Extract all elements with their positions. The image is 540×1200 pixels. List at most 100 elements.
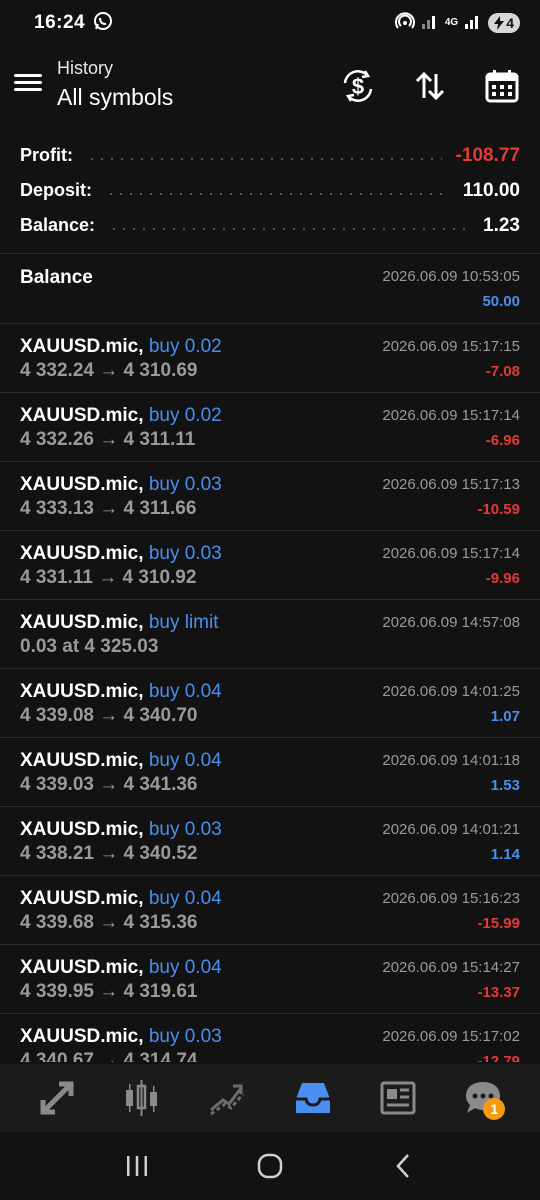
entry-detail: 4 340.67 → 4 314.74 xyxy=(20,1050,198,1062)
deposit-value: 110.00 xyxy=(448,179,520,202)
signal-icon-2 xyxy=(464,12,482,35)
entry-symbol: XAUUSD.mic, xyxy=(20,888,144,909)
recents-icon xyxy=(126,1156,147,1176)
trade-icon xyxy=(210,1084,245,1116)
list-item[interactable]: Balance 2026.06.09 10:53:05 50.00 xyxy=(0,254,540,324)
entry-date: 2026.06.09 14:01:18 xyxy=(382,752,520,769)
entry-detail: 4 331.11 → 4 310.92 xyxy=(20,567,197,588)
entry-date: 2026.06.09 15:14:27 xyxy=(382,959,520,976)
entry-amount: -12.79 xyxy=(477,1053,520,1062)
history-list[interactable]: Balance 2026.06.09 10:53:05 50.00 XAUUSD… xyxy=(0,254,540,1062)
list-item[interactable]: XAUUSD.mic, buy 0.04 4 339.68 → 4 315.36… xyxy=(0,876,540,945)
entry-detail: 0.03 at 4 325.03 xyxy=(20,636,159,657)
entry-type: buy 0.03 xyxy=(148,543,222,564)
top-app-bar: History All symbols $ xyxy=(0,48,540,134)
entry-amount: -6.96 xyxy=(485,432,520,449)
entry-detail: 4 333.13 → 4 311.66 xyxy=(20,498,197,519)
entry-amount: -15.99 xyxy=(477,915,520,932)
entry-type: buy 0.02 xyxy=(148,405,222,426)
entry-symbol: XAUUSD.mic, xyxy=(20,957,144,978)
entry-date: 2026.06.09 15:17:15 xyxy=(382,338,520,355)
entry-symbol: XAUUSD.mic, xyxy=(20,612,144,633)
home-button[interactable] xyxy=(245,1141,295,1191)
summary-balance: Balance: 1.23 xyxy=(20,214,520,237)
list-item[interactable]: XAUUSD.mic, buy 0.02 4 332.26 → 4 311.11… xyxy=(0,393,540,462)
list-item[interactable]: XAUUSD.mic, buy 0.03 4 340.67 → 4 314.74… xyxy=(0,1014,540,1062)
list-item[interactable]: XAUUSD.mic, buy 0.04 4 339.08 → 4 340.70… xyxy=(0,669,540,738)
charging-icon xyxy=(494,16,505,30)
nav-chart[interactable] xyxy=(114,1070,170,1126)
entry-amount: -9.96 xyxy=(485,570,520,587)
list-item[interactable]: XAUUSD.mic, buy 0.04 4 339.95 → 4 319.61… xyxy=(0,945,540,1014)
quotes-icon xyxy=(40,1081,74,1115)
network-type: 4G xyxy=(444,17,459,28)
battery-indicator: 4 xyxy=(488,13,520,33)
entry-symbol: XAUUSD.mic, xyxy=(20,1026,144,1047)
entry-amount: -13.37 xyxy=(477,984,520,1001)
nav-quotes[interactable] xyxy=(29,1070,85,1126)
recents-button[interactable] xyxy=(112,1141,162,1191)
entry-type: buy 0.04 xyxy=(148,750,222,771)
hotspot-icon xyxy=(394,11,415,36)
entry-amount: 1.14 xyxy=(490,846,520,863)
entry-detail: 4 339.95 → 4 319.61 xyxy=(20,981,198,1002)
nav-messages[interactable]: 1 xyxy=(455,1070,511,1126)
entry-type: buy 0.02 xyxy=(148,336,222,357)
system-navigation xyxy=(0,1132,540,1200)
nav-trade[interactable] xyxy=(199,1070,255,1126)
status-time: 16:24 xyxy=(34,12,86,33)
chart-icon xyxy=(125,1080,157,1116)
entry-amount: 50.00 xyxy=(482,293,520,310)
entry-detail: 4 339.08 → 4 340.70 xyxy=(20,705,198,726)
page-title: History xyxy=(57,58,114,78)
back-button[interactable] xyxy=(378,1141,428,1191)
list-item[interactable]: XAUUSD.mic, buy 0.03 4 333.13 → 4 311.66… xyxy=(0,462,540,531)
currency-exchange-icon: $ xyxy=(343,70,373,102)
entry-date: 2026.06.09 15:17:14 xyxy=(382,545,520,562)
calendar-button[interactable] xyxy=(482,66,522,106)
list-item[interactable]: XAUUSD.mic, buy 0.02 4 332.24 → 4 310.69… xyxy=(0,324,540,393)
entry-symbol: XAUUSD.mic, xyxy=(20,405,144,426)
entry-detail: 4 332.26 → 4 311.11 xyxy=(20,429,196,450)
menu-icon xyxy=(14,74,42,77)
account-summary: Profit: -108.77 Deposit: 110.00 Balance:… xyxy=(0,138,540,243)
entry-amount: 1.07 xyxy=(490,708,520,725)
home-icon xyxy=(257,1153,283,1179)
entry-date: 2026.06.09 14:01:21 xyxy=(382,821,520,838)
entry-type: buy 0.04 xyxy=(148,888,222,909)
entry-symbol: XAUUSD.mic, xyxy=(20,681,144,702)
status-bar: 16:24 4G 4 xyxy=(0,0,540,46)
whatsapp-icon xyxy=(93,11,113,36)
list-item[interactable]: XAUUSD.mic, buy 0.04 4 339.03 → 4 341.36… xyxy=(0,738,540,807)
nav-news[interactable] xyxy=(370,1070,426,1126)
list-item[interactable]: XAUUSD.mic, buy limit 0.03 at 4 325.03 2… xyxy=(0,600,540,669)
bottom-navigation: 1 xyxy=(0,1064,540,1132)
list-item[interactable]: XAUUSD.mic, buy 0.03 4 331.11 → 4 310.92… xyxy=(0,531,540,600)
entry-amount: -10.59 xyxy=(477,501,520,518)
entry-detail: 4 338.21 → 4 340.52 xyxy=(20,843,198,864)
menu-button[interactable] xyxy=(14,70,42,94)
entry-symbol: XAUUSD.mic, xyxy=(20,750,144,771)
entry-symbol: XAUUSD.mic, xyxy=(20,543,144,564)
entry-date: 2026.06.09 10:53:05 xyxy=(382,268,520,285)
entry-detail: 4 339.68 → 4 315.36 xyxy=(20,912,198,933)
entry-date: 2026.06.09 15:17:14 xyxy=(382,407,520,424)
entry-type: buy 0.04 xyxy=(148,957,222,978)
currency-exchange-button[interactable]: $ xyxy=(338,66,378,106)
entry-type: buy limit xyxy=(148,612,219,633)
entry-type: buy 0.03 xyxy=(148,474,222,495)
sort-button[interactable] xyxy=(410,66,450,106)
entry-amount: -7.08 xyxy=(485,363,520,380)
entry-type: buy 0.03 xyxy=(148,819,222,840)
entry-detail: 4 339.03 → 4 341.36 xyxy=(20,774,198,795)
signal-icon xyxy=(421,12,439,35)
news-icon xyxy=(380,1081,416,1115)
entry-detail: 4 332.24 → 4 310.69 xyxy=(20,360,198,381)
profit-value: -108.77 xyxy=(441,144,520,167)
entry-symbol: XAUUSD.mic, xyxy=(20,819,144,840)
symbol-filter[interactable]: All symbols xyxy=(57,84,173,111)
nav-history[interactable] xyxy=(285,1070,341,1126)
list-item[interactable]: XAUUSD.mic, buy 0.03 4 338.21 → 4 340.52… xyxy=(0,807,540,876)
summary-profit: Profit: -108.77 xyxy=(20,144,520,167)
history-icon xyxy=(295,1083,330,1113)
